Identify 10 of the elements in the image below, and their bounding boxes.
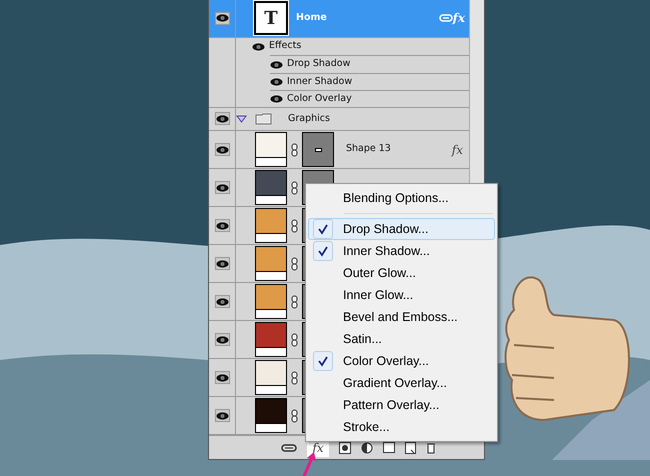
effects-label: Effects xyxy=(269,39,302,54)
fx-label: fx xyxy=(452,142,463,158)
effect-name: Drop Shadow xyxy=(287,57,350,72)
text-layer-thumbnail: T xyxy=(254,1,288,36)
group-name: Graphics xyxy=(288,112,330,126)
fx-label: fx xyxy=(452,10,465,28)
effect-name: Color Overlay xyxy=(287,92,352,106)
layer-name: Home xyxy=(296,11,328,26)
effect-name: Inner Shadow xyxy=(287,74,352,89)
layer-name: Shape 13 xyxy=(346,142,392,156)
